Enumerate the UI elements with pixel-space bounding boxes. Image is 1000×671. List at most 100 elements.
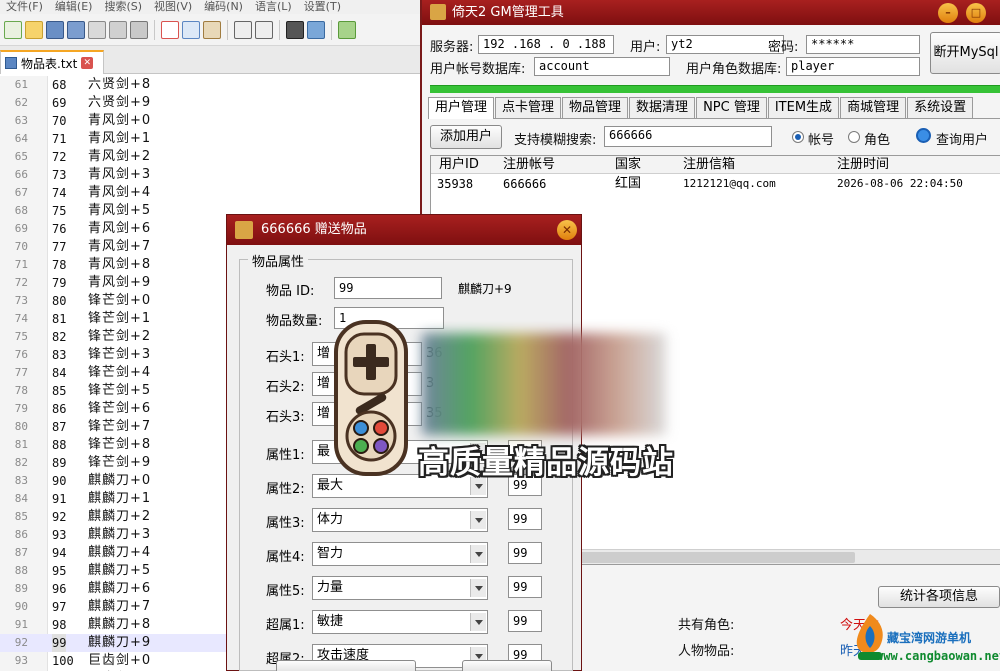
menu-search[interactable]: 搜索(S) (98, 0, 148, 14)
open-folder-icon[interactable] (25, 20, 43, 39)
replace-icon[interactable] (307, 20, 325, 39)
item-name-text: 锋芒剑+5 (88, 383, 152, 398)
item-id-text: 72 (52, 150, 67, 164)
maximize-icon[interactable]: □ (966, 3, 986, 23)
item-name-text: 麒麟刀+3 (88, 527, 152, 542)
attribute-label: 属性2: (266, 482, 305, 497)
cell-user-id[interactable]: 35938 (437, 176, 473, 192)
save-icon[interactable] (46, 20, 64, 39)
cell-country[interactable]: 红国 (615, 176, 641, 192)
role-db-label: 用户角色数据库: (686, 62, 782, 77)
menu-encoding[interactable]: 编码(N) (198, 0, 249, 14)
find-icon[interactable] (286, 20, 304, 39)
line-number: 86 (14, 528, 28, 541)
item-id-field[interactable]: 99 (334, 277, 442, 299)
attribute-number-field[interactable]: 99 (508, 576, 542, 598)
attribute-number-field[interactable]: 99 (508, 508, 542, 530)
user-label: 用户: (630, 40, 661, 55)
menu-file[interactable]: 文件(F) (0, 0, 49, 14)
menu-view[interactable]: 视图(V) (148, 0, 198, 14)
server-field[interactable]: 192 .168 . 0 .188 (478, 35, 614, 54)
attribute-label: 属性5: (266, 584, 305, 599)
line-number: 66 (14, 168, 28, 181)
cancel-button[interactable] (462, 660, 552, 671)
attribute-select[interactable]: 智力 (312, 542, 488, 566)
password-field[interactable]: ****** (806, 35, 920, 54)
attribute-select[interactable]: 力量 (312, 576, 488, 600)
line-number: 84 (14, 492, 28, 505)
col-user-id[interactable]: 用户ID (439, 156, 479, 174)
col-email[interactable]: 注册信箱 (683, 156, 735, 174)
user-field[interactable]: yt2 (666, 35, 784, 54)
account-db-field[interactable]: account (534, 57, 670, 76)
copy-icon[interactable] (182, 20, 200, 39)
menu-bar: 文件(F) 编辑(E) 搜索(S) 视图(V) 编码(N) 语言(L) 设置(T… (0, 0, 420, 14)
editor-line[interactable]: 64 71 青风剑+1 (0, 130, 420, 148)
close-icon[interactable]: ✕ (557, 220, 577, 240)
undo-icon[interactable] (234, 20, 252, 39)
close-icon[interactable]: ✕ (81, 57, 94, 69)
tab-item-management[interactable]: 物品管理 (562, 97, 629, 118)
attribute-label: 超属1: (266, 618, 305, 633)
line-number: 81 (14, 438, 28, 451)
tab-item-file[interactable]: 物品表.txt ✕ (0, 50, 104, 74)
attribute-number-field[interactable]: 99 (508, 610, 542, 632)
print-icon[interactable] (130, 20, 148, 39)
search-icon[interactable] (916, 128, 931, 143)
stats-button[interactable]: 统计各项信息 (878, 586, 1000, 608)
role-db-field[interactable]: player (786, 57, 920, 76)
gamepad-logo-icon (334, 320, 408, 476)
confirm-gift-button[interactable] (276, 660, 416, 671)
tab-npc-management[interactable]: NPC 管理 (696, 97, 767, 118)
editor-line[interactable]: 61 68 六贤剑+8 (0, 76, 420, 94)
zoom-icon[interactable] (338, 20, 356, 39)
tab-shop-management[interactable]: 商城管理 (840, 97, 907, 118)
menu-language[interactable]: 语言(L) (249, 0, 298, 14)
editor-line[interactable]: 66 73 青风剑+3 (0, 166, 420, 184)
app-icon (235, 221, 253, 239)
attribute-value: 力量 (317, 580, 344, 595)
cell-account[interactable]: 666666 (503, 176, 546, 192)
radio-role[interactable] (848, 131, 860, 143)
editor-line[interactable]: 67 74 青风剑+4 (0, 184, 420, 202)
cut-icon[interactable] (161, 20, 179, 39)
radio-account[interactable] (792, 131, 804, 143)
menu-settings[interactable]: 设置(T) (298, 0, 347, 14)
item-id-text: 76 (52, 222, 67, 236)
disconnect-mysql-button[interactable]: 断开MySql (930, 32, 1000, 74)
item-id-text: 77 (52, 240, 67, 254)
chevron-down-icon[interactable] (470, 511, 486, 529)
save-all-icon[interactable] (67, 20, 85, 39)
tab-user-management[interactable]: 用户管理 (428, 97, 495, 119)
search-input[interactable]: 666666 (604, 126, 772, 147)
line-number: 74 (14, 312, 28, 325)
col-country[interactable]: 国家 (615, 156, 641, 174)
tab-card-management[interactable]: 点卡管理 (495, 97, 562, 118)
col-reg-time[interactable]: 注册时间 (837, 156, 889, 174)
minimize-icon[interactable]: – (938, 3, 958, 23)
tab-item-generate[interactable]: ITEM生成 (767, 97, 840, 118)
chevron-down-icon[interactable] (470, 545, 486, 563)
chevron-down-icon[interactable] (470, 613, 486, 631)
add-user-button[interactable]: 添加用户 (430, 125, 502, 149)
query-user-button[interactable]: 查询用户 (936, 129, 988, 148)
paste-icon[interactable] (203, 20, 221, 39)
attribute-select[interactable]: 体力 (312, 508, 488, 532)
editor-line[interactable]: 63 70 青风剑+0 (0, 112, 420, 130)
col-account[interactable]: 注册帐号 (503, 156, 555, 174)
attribute-number-field[interactable]: 99 (508, 542, 542, 564)
tab-system-settings[interactable]: 系统设置 (907, 97, 974, 118)
menu-edit[interactable]: 编辑(E) (49, 0, 99, 14)
item-name-text: 麒麟刀+7 (88, 599, 152, 614)
chevron-down-icon[interactable] (470, 579, 486, 597)
attribute-select[interactable]: 敏捷 (312, 610, 488, 634)
new-file-icon[interactable] (4, 20, 22, 39)
editor-line[interactable]: 65 72 青风剑+2 (0, 148, 420, 166)
close-file-icon[interactable] (88, 20, 106, 39)
cell-reg-time[interactable]: 2026-08-06 22:04:50 (837, 176, 963, 192)
redo-icon[interactable] (255, 20, 273, 39)
editor-line[interactable]: 62 69 六贤剑+9 (0, 94, 420, 112)
close-all-icon[interactable] (109, 20, 127, 39)
tab-data-cleanup[interactable]: 数据清理 (629, 97, 696, 118)
cell-email[interactable]: 1212121@qq.com (683, 176, 776, 192)
